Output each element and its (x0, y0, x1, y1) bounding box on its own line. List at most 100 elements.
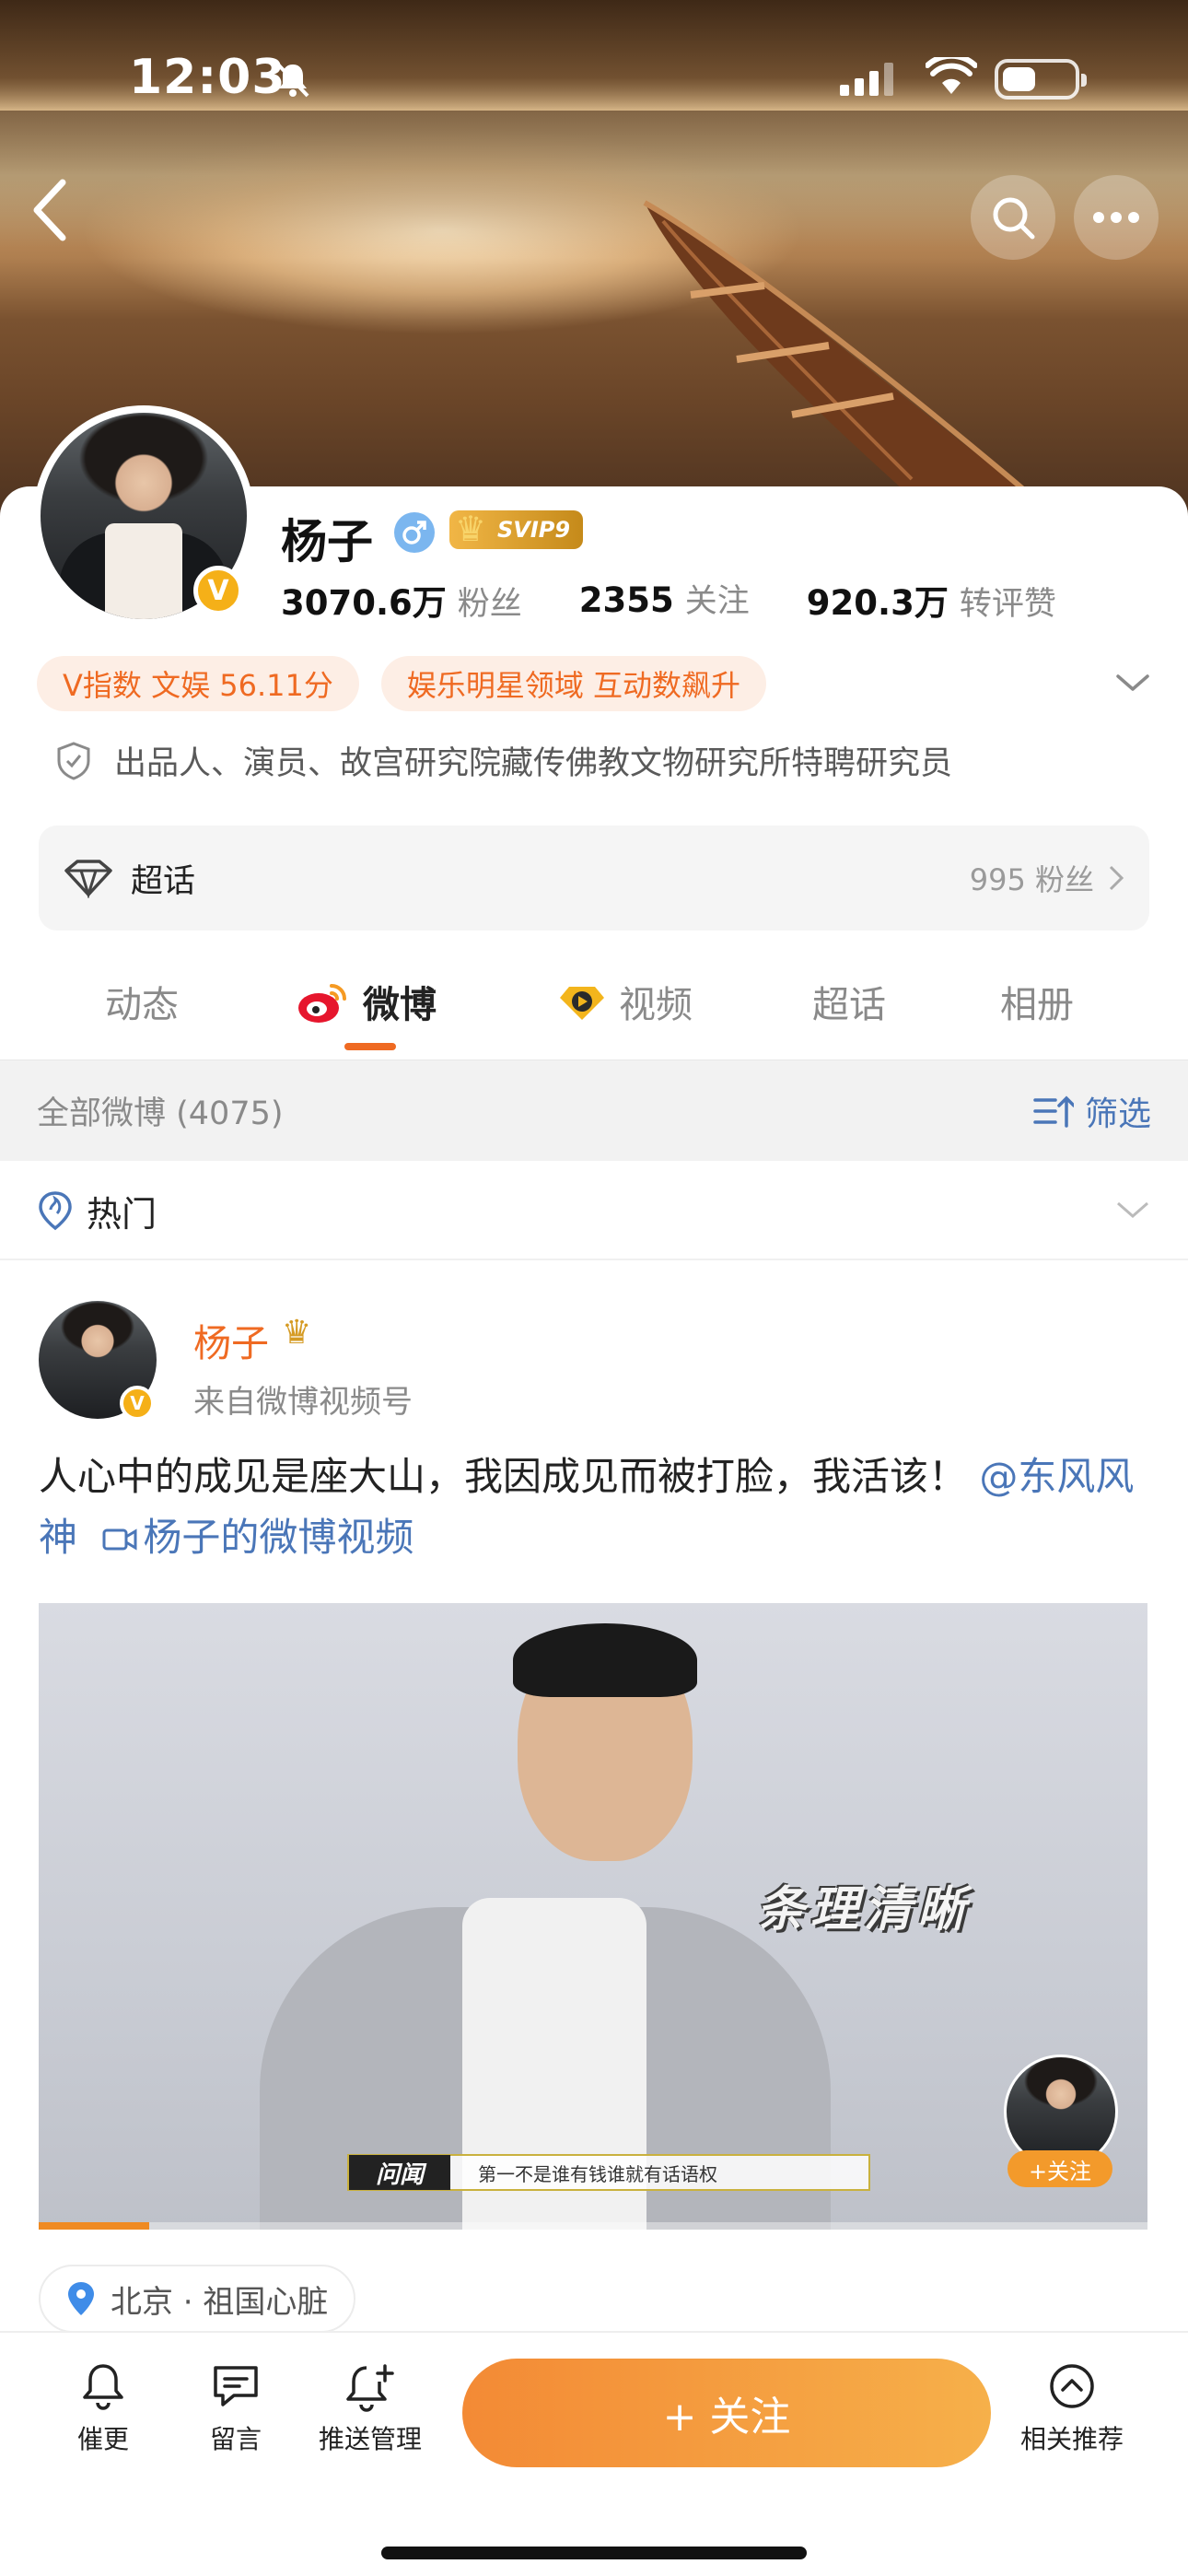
stat-label: 粉丝 (457, 586, 522, 623)
stat-followers[interactable]: 3070.6万 粉丝 (281, 575, 522, 625)
domain-tag[interactable]: 娱乐明星领域 互动数飙升 (380, 656, 767, 711)
bottom-item-label: 留言 (209, 2424, 262, 2454)
location-text: 北京 · 祖国心脏 (111, 2283, 329, 2321)
tab-label: 超话 (812, 984, 886, 1026)
stat-following[interactable]: 2355 关注 (579, 575, 750, 625)
push-management-button[interactable]: 推送管理 (306, 2360, 435, 2456)
stat-value: 2355 (578, 580, 674, 620)
post-text: 人心中的成见是座大山，我因成见而被打脸，我活该！ @东风风神 杨子的微博视频 (39, 1446, 1153, 1568)
tab-weibo[interactable]: 微博 (297, 975, 437, 1028)
tab-label: 动态 (105, 984, 179, 1026)
video-subject-hair (513, 1623, 697, 1697)
weibo-post: V 杨子 ♛ 来自微博视频号 人心中的成见是座大山，我因成见而被打脸，我活该！ … (0, 1262, 1188, 2333)
message-button[interactable]: 留言 (171, 2360, 300, 2456)
video-follow-button[interactable]: +关注 (1007, 2150, 1112, 2187)
profile-description: 出品人、演员、故宫研究院藏传佛教文物研究所特聘研究员 (55, 737, 952, 784)
chevron-down-icon (1117, 1201, 1148, 1218)
mute-bell-icon (276, 63, 309, 98)
filter-icon (1033, 1095, 1074, 1128)
home-indicator (381, 2547, 807, 2559)
crown-icon: ♛ (282, 1314, 312, 1352)
filter-label: 筛选 (1084, 1095, 1151, 1133)
verified-v-badge: V (120, 1386, 155, 1421)
weibo-logo-icon (298, 984, 346, 1023)
profile-stats: 3070.6万 粉丝 2355 关注 920.3万 转评赞 (281, 575, 1113, 625)
bottom-item-label: 催更 (76, 2424, 129, 2454)
tab-label: 相册 (1000, 984, 1074, 1026)
chevron-right-icon (1109, 865, 1124, 891)
shield-icon (57, 741, 90, 780)
follow-button[interactable]: + 关注 (462, 2359, 991, 2467)
verified-v-badge: V (193, 566, 243, 615)
battery-icon (995, 59, 1087, 100)
post-author-name[interactable]: 杨子 (193, 1312, 269, 1367)
crown-icon: ♛ (455, 509, 487, 549)
weibo-filter-bar: 全部微博 (4075) 筛选 (0, 1060, 1188, 1161)
stat-value: 920.3万 (806, 583, 949, 623)
bottom-item-label: 相关推荐 (1019, 2424, 1124, 2454)
urge-update-button[interactable]: 催更 (39, 2360, 168, 2456)
filter-button[interactable]: 筛选 (1033, 1087, 1151, 1135)
cellular-signal-icon (840, 63, 893, 96)
stat-value: 3070.6万 (281, 583, 447, 623)
tab-dynamic[interactable]: 动态 (105, 975, 179, 1028)
svip-badge[interactable]: ♛ SVIP9 (449, 509, 584, 549)
bottom-item-label: 推送管理 (318, 2424, 422, 2454)
related-recommend-button[interactable]: 相关推荐 (1007, 2360, 1136, 2456)
chevron-down-icon[interactable] (1114, 669, 1151, 697)
hot-location-pin-icon (39, 1191, 72, 1231)
video-progress-fill (39, 2222, 150, 2230)
chevron-up-circle-icon (1050, 2364, 1094, 2408)
post-location-chip[interactable]: 北京 · 祖国心脏 (39, 2265, 356, 2333)
video-lower-third: 问闻 第一不是谁有钱谁就有话语权 (347, 2154, 870, 2191)
post-source: 来自微博视频号 (193, 1384, 413, 1421)
comment-icon (214, 2366, 258, 2406)
post-body: 人心中的成见是座大山，我因成见而被打脸，我活该！ (39, 1454, 968, 1499)
active-tab-indicator (344, 1043, 396, 1050)
bottom-action-bar: 催更 留言 推送管理 + 关注 相关推荐 (0, 2331, 1188, 2576)
profile-page: 12:03 V 杨子 ♛ SVIP9 3070.6万 粉丝 2355 关注 92… (0, 0, 1188, 2576)
video-link[interactable]: 杨子的微博视频 (89, 1515, 413, 1560)
status-time: 12:03 (129, 50, 286, 105)
hot-sort-bar[interactable]: 热门 (0, 1163, 1188, 1260)
wifi-icon (926, 57, 977, 94)
tab-album[interactable]: 相册 (1000, 975, 1074, 1028)
profile-tabs: 动态 微博 视频 超话 相册 (0, 949, 1188, 1060)
video-brand: 问闻 (349, 2155, 450, 2190)
tab-video[interactable]: 视频 (556, 975, 693, 1028)
weibo-count: 全部微博 (4075) (37, 1095, 284, 1132)
search-button[interactable] (971, 175, 1055, 260)
stat-interactions[interactable]: 920.3万 转评赞 (807, 575, 1056, 625)
more-dots-icon (1093, 212, 1139, 223)
v-index-tag[interactable]: V指数 文娱 56.11分 (37, 656, 359, 711)
super-topic-fans: 995 粉丝 (969, 862, 1094, 897)
tab-label: 视频 (619, 984, 693, 1026)
search-icon (993, 197, 1035, 240)
bell-icon (83, 2364, 123, 2410)
video-subtitle: 第一不是谁有钱谁就有话语权 (478, 2162, 717, 2185)
hot-label: 热门 (87, 1193, 157, 1235)
tab-label: 微博 (363, 984, 437, 1026)
location-pin-icon (68, 2282, 94, 2315)
profile-name: 杨子 (281, 515, 373, 568)
super-topic-bar[interactable]: 超话 995 粉丝 (39, 825, 1149, 931)
svip-label: SVIP9 (497, 517, 571, 543)
profile-tags: V指数 文娱 56.11分 娱乐明星领域 互动数飙升 (37, 656, 767, 711)
stat-label: 转评赞 (959, 586, 1056, 623)
bell-plus-icon (346, 2364, 394, 2412)
video-play-icon (560, 987, 604, 1020)
tab-super-topic[interactable]: 超话 (812, 975, 886, 1028)
diamond-icon (64, 860, 112, 898)
post-video[interactable]: 条理清晰 问闻 第一不是谁有钱谁就有话语权 +关注 (39, 1603, 1147, 2230)
male-gender-icon (394, 512, 435, 553)
description-text: 出品人、演员、故宫研究院藏传佛教文物研究所特聘研究员 (114, 745, 953, 782)
video-link-label: 杨子的微博视频 (143, 1515, 414, 1560)
super-topic-label: 超话 (131, 862, 196, 900)
back-arrow-icon[interactable] (28, 175, 74, 245)
status-bar: 12:03 (0, 37, 1188, 120)
stat-label: 关注 (684, 583, 750, 620)
video-progress-bar[interactable] (39, 2222, 1147, 2230)
more-button[interactable] (1074, 175, 1159, 260)
video-camera-icon (102, 1528, 137, 1551)
video-caption: 条理清晰 (757, 1882, 972, 1938)
